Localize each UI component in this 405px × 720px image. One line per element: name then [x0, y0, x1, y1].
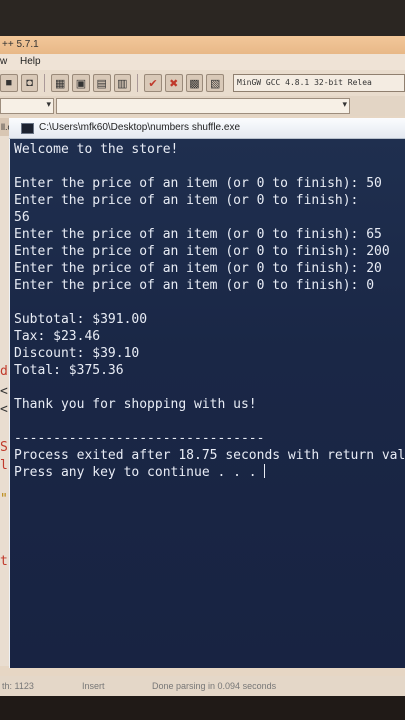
- status-line: th: 1123: [2, 681, 34, 691]
- console-line: Enter the price of an item (or 0 to fini…: [14, 176, 382, 191]
- chart-icon[interactable]: ▩: [185, 74, 204, 92]
- toolbar-separator: [137, 74, 139, 92]
- menu-item-window[interactable]: w: [0, 56, 7, 67]
- console-line: Enter the price of an item (or 0 to fini…: [14, 278, 375, 293]
- gutter-mark: <: [0, 402, 8, 417]
- cascade-icon[interactable]: ▥: [113, 74, 132, 92]
- shield-icon[interactable]: ◘: [20, 74, 39, 92]
- screen-bottom-edge: [0, 696, 405, 720]
- gutter-mark: d: [0, 364, 8, 379]
- console-line: Enter the price of an item (or 0 to fini…: [14, 227, 382, 242]
- gutter-mark: t: [0, 554, 8, 569]
- ide-menu-bar: w Help: [0, 54, 405, 70]
- console-line: Tax: $23.46: [14, 329, 101, 344]
- console-line: Discount: $39.10: [14, 346, 140, 361]
- grid-icon[interactable]: ▦: [51, 74, 70, 92]
- tile-icon[interactable]: ▤: [92, 74, 111, 92]
- chevron-down-icon: ▾: [342, 99, 347, 109]
- console-line: 56: [14, 210, 30, 225]
- console-line: Process exited after 18.75 seconds with …: [14, 448, 405, 463]
- gutter-mark: ": [0, 492, 8, 507]
- status-message: Done parsing in 0.094 seconds: [152, 681, 277, 691]
- text-cursor: [264, 464, 266, 478]
- toolbar-separator: [44, 74, 46, 92]
- ide-toolbar: ■ ◘ ▦ ▣ ▤ ▥ ✔ ✖ ▩ ▧ MinGW GCC 4.8.1 32-b…: [0, 70, 405, 96]
- console-line: Enter the price of an item (or 0 to fini…: [14, 261, 382, 276]
- class-combo[interactable]: ▾: [0, 98, 54, 114]
- console-line: Enter the price of an item (or 0 to fini…: [14, 244, 390, 259]
- gutter-mark: l: [0, 458, 8, 473]
- member-combo[interactable]: ▾: [56, 98, 350, 114]
- window-icon[interactable]: ▣: [72, 74, 90, 92]
- console-output[interactable]: Welcome to the store! Enter the price of…: [10, 139, 405, 668]
- ide-combo-row: ▾ ▾: [0, 96, 405, 116]
- console-line: Total: $375.36: [14, 363, 124, 378]
- console-prompt-line: Press any key to continue . . .: [14, 464, 266, 481]
- gutter-mark: S: [0, 440, 8, 455]
- console-line: Enter the price of an item (or 0 to fini…: [14, 193, 359, 208]
- console-title-text: C:\Users\mfk60\Desktop\numbers shuffle.e…: [39, 122, 241, 133]
- profile-icon[interactable]: ▧: [206, 74, 224, 92]
- stop-icon[interactable]: ■: [0, 74, 18, 92]
- console-title-bar[interactable]: C:\Users\mfk60\Desktop\numbers shuffle.e…: [9, 118, 405, 139]
- console-window[interactable]: C:\Users\mfk60\Desktop\numbers shuffle.e…: [9, 118, 405, 668]
- console-line: --------------------------------: [14, 431, 265, 446]
- console-line: Thank you for shopping with us!: [14, 397, 257, 412]
- ide-status-bar: th: 1123 Insert Done parsing in 0.094 se…: [0, 676, 405, 696]
- ide-title-text: ++ 5.7.1: [2, 39, 39, 50]
- screen-top-edge: [0, 0, 405, 36]
- ide-title-bar: ++ 5.7.1: [0, 36, 405, 54]
- compiler-select[interactable]: MinGW GCC 4.8.1 32-bit Relea: [233, 74, 405, 92]
- console-app-icon: [21, 123, 34, 134]
- chevron-down-icon: ▾: [46, 99, 51, 109]
- gutter-mark: <: [0, 384, 8, 399]
- console-line: Welcome to the store!: [14, 142, 179, 157]
- close-icon[interactable]: ✖: [164, 74, 183, 92]
- console-line: Press any key to continue . . .: [14, 465, 265, 480]
- menu-item-help[interactable]: Help: [20, 56, 41, 67]
- status-mode: Insert: [82, 681, 105, 691]
- console-line: Subtotal: $391.00: [14, 312, 148, 327]
- check-icon[interactable]: ✔: [144, 74, 162, 92]
